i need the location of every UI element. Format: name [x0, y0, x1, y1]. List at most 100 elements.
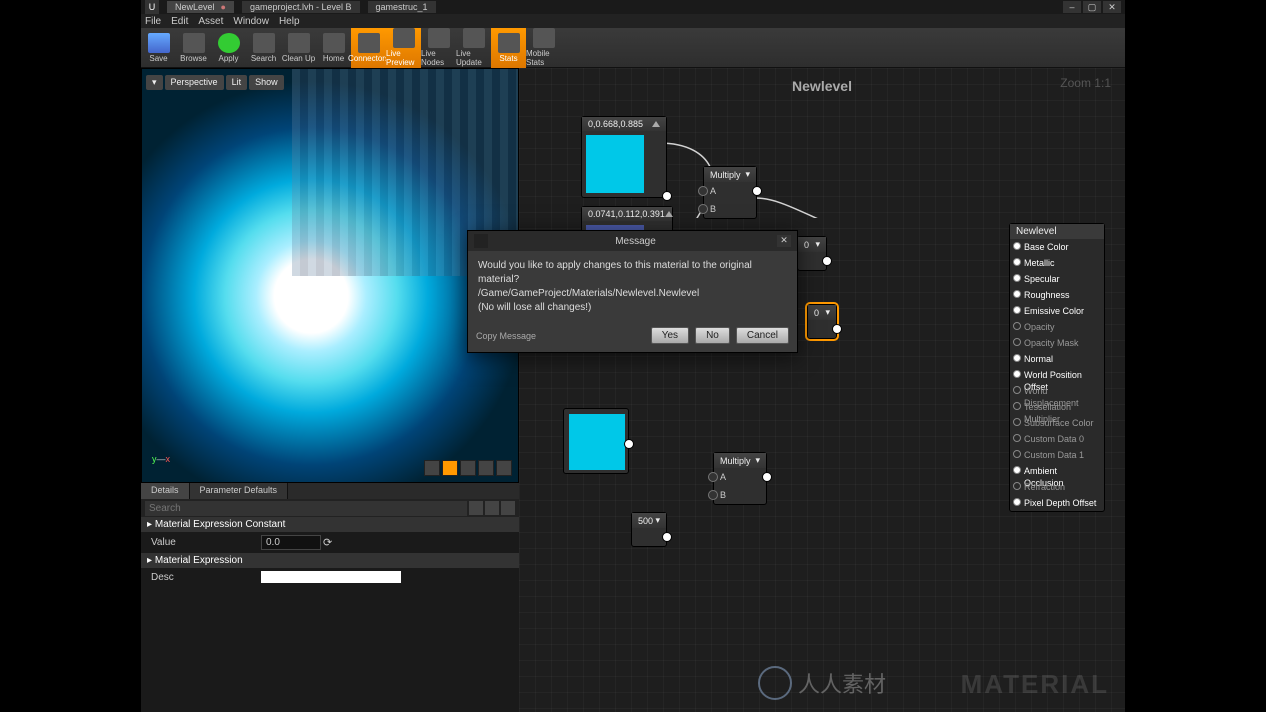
minimize-button[interactable]: –	[1063, 1, 1081, 13]
node-constant3vector-3[interactable]	[563, 408, 629, 474]
input-pin[interactable]	[1013, 290, 1021, 298]
input-pin[interactable]	[1013, 402, 1021, 410]
dialog-close-button[interactable]: ✕	[777, 235, 791, 247]
output-pin[interactable]	[624, 439, 634, 449]
chevron-down-icon[interactable]: ▾	[815, 239, 820, 250]
shape-plane[interactable]	[460, 460, 476, 476]
tab-gamestruc[interactable]: gamestruc_1	[368, 1, 436, 13]
output-pin[interactable]	[752, 186, 762, 196]
tab-newlevel[interactable]: NewLevel●	[167, 1, 234, 13]
input-pin[interactable]	[1013, 306, 1021, 314]
viewport-show[interactable]: Show	[249, 75, 284, 90]
stats-button[interactable]: Stats	[491, 28, 526, 68]
material-pin-tessellation-multiplier[interactable]: Tessellation Multiplier	[1010, 399, 1104, 415]
input-pin[interactable]	[1013, 466, 1021, 474]
menu-help[interactable]: Help	[279, 16, 300, 27]
menu-window[interactable]: Window	[233, 16, 269, 27]
search-button[interactable]: Search	[246, 28, 281, 68]
material-pin-specular[interactable]: Specular	[1010, 271, 1104, 287]
tab-parameter-defaults[interactable]: Parameter Defaults	[190, 483, 289, 499]
dialog-titlebar[interactable]: Message ✕	[468, 231, 797, 251]
connectors-button[interactable]: Connectors	[351, 28, 386, 68]
chevron-up-icon[interactable]	[652, 121, 660, 127]
tab-details[interactable]: Details	[141, 483, 190, 499]
material-pin-refraction[interactable]: Refraction	[1010, 479, 1104, 495]
material-pin-subsurface-color[interactable]: Subsurface Color	[1010, 415, 1104, 431]
input-pin[interactable]	[1013, 258, 1021, 266]
input-pin[interactable]	[1013, 274, 1021, 282]
material-pin-world-position-offset[interactable]: World Position Offset	[1010, 367, 1104, 383]
value-input[interactable]	[261, 535, 321, 550]
mobilestats-button[interactable]: Mobile Stats	[526, 28, 561, 68]
output-pin[interactable]	[762, 472, 772, 482]
material-pin-ambient-occlusion[interactable]: Ambient Occlusion	[1010, 463, 1104, 479]
material-pin-opacity-mask[interactable]: Opacity Mask	[1010, 335, 1104, 351]
node-multiply-1[interactable]: Multiply▾ A B	[703, 166, 757, 219]
tab-close-icon[interactable]: ●	[221, 2, 226, 12]
input-pin[interactable]	[1013, 450, 1021, 458]
input-pin[interactable]	[1013, 482, 1021, 490]
shape-teapot[interactable]	[496, 460, 512, 476]
viewport-lit[interactable]: Lit	[226, 75, 248, 90]
material-pin-custom-data-0[interactable]: Custom Data 0	[1010, 431, 1104, 447]
livenodes-button[interactable]: Live Nodes	[421, 28, 456, 68]
chevron-down-icon[interactable]: ▾	[755, 455, 760, 466]
copy-message-link[interactable]: Copy Message	[476, 331, 536, 341]
viewport-dropdown[interactable]: ▾	[146, 75, 163, 90]
input-pin[interactable]	[1013, 370, 1021, 378]
shape-sphere[interactable]	[442, 460, 458, 476]
preview-viewport[interactable]: ▾ Perspective Lit Show y—x	[141, 68, 519, 483]
input-pin-a[interactable]	[698, 186, 708, 196]
material-pin-normal[interactable]: Normal	[1010, 351, 1104, 367]
section-material-expression-constant[interactable]: ▸ Material Expression Constant	[141, 517, 519, 532]
browse-button[interactable]: Browse	[176, 28, 211, 68]
input-pin[interactable]	[1013, 354, 1021, 362]
output-pin[interactable]	[662, 191, 672, 201]
details-search-input[interactable]	[145, 501, 467, 516]
spinner-icon[interactable]: ⟳	[323, 536, 332, 549]
input-pin[interactable]	[1013, 338, 1021, 346]
material-pin-base-color[interactable]: Base Color	[1010, 239, 1104, 255]
save-button[interactable]: Save	[141, 28, 176, 68]
node-constant-500[interactable]: 500▾	[631, 512, 667, 547]
input-pin[interactable]	[1013, 322, 1021, 330]
liveupdate-button[interactable]: Live Update	[456, 28, 491, 68]
shape-cube[interactable]	[478, 460, 494, 476]
filter-icon[interactable]	[485, 501, 499, 515]
material-pin-pixel-depth-offset[interactable]: Pixel Depth Offset	[1010, 495, 1104, 511]
yes-button[interactable]: Yes	[651, 327, 689, 344]
maximize-button[interactable]: ▢	[1083, 1, 1101, 13]
livepreview-button[interactable]: Live Preview	[386, 28, 421, 68]
desc-input[interactable]	[261, 571, 401, 583]
material-pin-emissive-color[interactable]: Emissive Color	[1010, 303, 1104, 319]
eye-icon[interactable]	[501, 501, 515, 515]
input-pin-b[interactable]	[708, 490, 718, 500]
material-pin-opacity[interactable]: Opacity	[1010, 319, 1104, 335]
chevron-down-icon[interactable]: ▾	[825, 307, 830, 318]
input-pin[interactable]	[1013, 386, 1021, 394]
node-constant-0a[interactable]: 0▾	[797, 236, 827, 271]
chevron-up-icon[interactable]	[665, 211, 673, 217]
output-pin[interactable]	[832, 324, 842, 334]
cleanup-button[interactable]: Clean Up	[281, 28, 316, 68]
menu-edit[interactable]: Edit	[171, 16, 188, 27]
apply-button[interactable]: Apply	[211, 28, 246, 68]
section-material-expression[interactable]: ▸ Material Expression	[141, 553, 519, 568]
output-pin[interactable]	[662, 532, 672, 542]
node-multiply-2[interactable]: Multiply▾ A B	[713, 452, 767, 505]
material-pin-roughness[interactable]: Roughness	[1010, 287, 1104, 303]
graph-panel[interactable]: Newlevel Zoom 1:1 0,0.668,0.885 0.074	[519, 68, 1125, 712]
input-pin[interactable]	[1013, 418, 1021, 426]
input-pin[interactable]	[1013, 434, 1021, 442]
material-pin-world-displacement[interactable]: World Displacement	[1010, 383, 1104, 399]
no-button[interactable]: No	[695, 327, 730, 344]
tab-gameproject[interactable]: gameproject.lvh - Level B	[242, 1, 360, 13]
close-button[interactable]: ✕	[1103, 1, 1121, 13]
input-pin-a[interactable]	[708, 472, 718, 482]
material-pin-custom-data-1[interactable]: Custom Data 1	[1010, 447, 1104, 463]
menu-file[interactable]: File	[145, 16, 161, 27]
viewport-perspective[interactable]: Perspective	[165, 75, 224, 90]
chevron-down-icon[interactable]: ▾	[655, 515, 660, 526]
input-pin[interactable]	[1013, 498, 1021, 506]
menu-asset[interactable]: Asset	[198, 16, 223, 27]
